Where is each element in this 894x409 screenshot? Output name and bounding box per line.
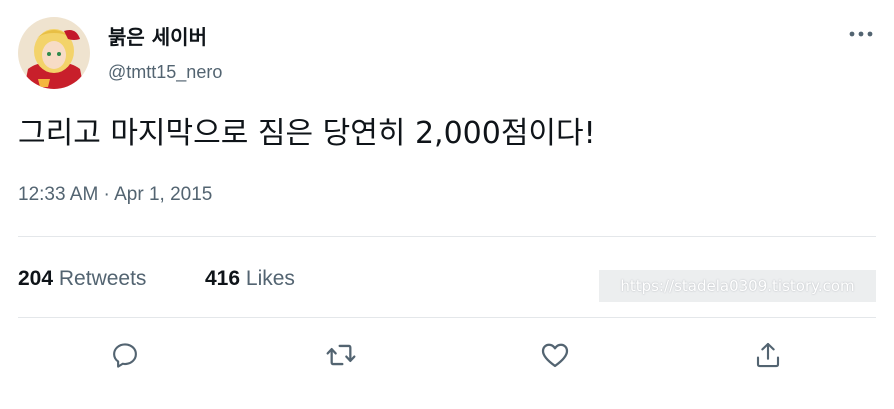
share-icon bbox=[756, 342, 780, 368]
likes-label: Likes bbox=[245, 267, 295, 290]
share-button[interactable] bbox=[751, 338, 785, 372]
divider bbox=[18, 317, 876, 318]
reply-icon bbox=[113, 343, 137, 368]
avatar-image bbox=[18, 17, 90, 89]
watermark: https://stadela0309.tistory.com bbox=[599, 270, 876, 302]
like-button[interactable] bbox=[538, 338, 572, 372]
tweet-card: 붉은 세이버 @tmtt15_nero 그리고 마지막으로 짐은 당연히 2,0… bbox=[0, 0, 894, 409]
retweets-count: 204 bbox=[18, 267, 54, 290]
more-icon bbox=[849, 31, 873, 37]
likes-count: 416 bbox=[205, 267, 241, 290]
retweets-label: Retweets bbox=[58, 267, 147, 290]
likes-stat[interactable]: 416 Likes bbox=[205, 266, 295, 292]
tweet-timestamp[interactable]: 12:33 AM · Apr 1, 2015 bbox=[18, 183, 212, 207]
more-options-button[interactable] bbox=[846, 22, 876, 46]
retweet-button[interactable] bbox=[324, 338, 358, 372]
retweet-icon bbox=[326, 344, 356, 366]
divider bbox=[18, 236, 876, 237]
reply-button[interactable] bbox=[108, 338, 142, 372]
heart-icon bbox=[541, 343, 569, 368]
user-handle[interactable]: @tmtt15_nero bbox=[108, 61, 222, 83]
tweet-text: 그리고 마지막으로 짐은 당연히 2,000점이다! bbox=[18, 116, 596, 151]
display-name[interactable]: 붉은 세이버 bbox=[108, 24, 207, 50]
retweets-stat[interactable]: 204 Retweets bbox=[18, 266, 146, 292]
avatar[interactable] bbox=[18, 17, 90, 89]
